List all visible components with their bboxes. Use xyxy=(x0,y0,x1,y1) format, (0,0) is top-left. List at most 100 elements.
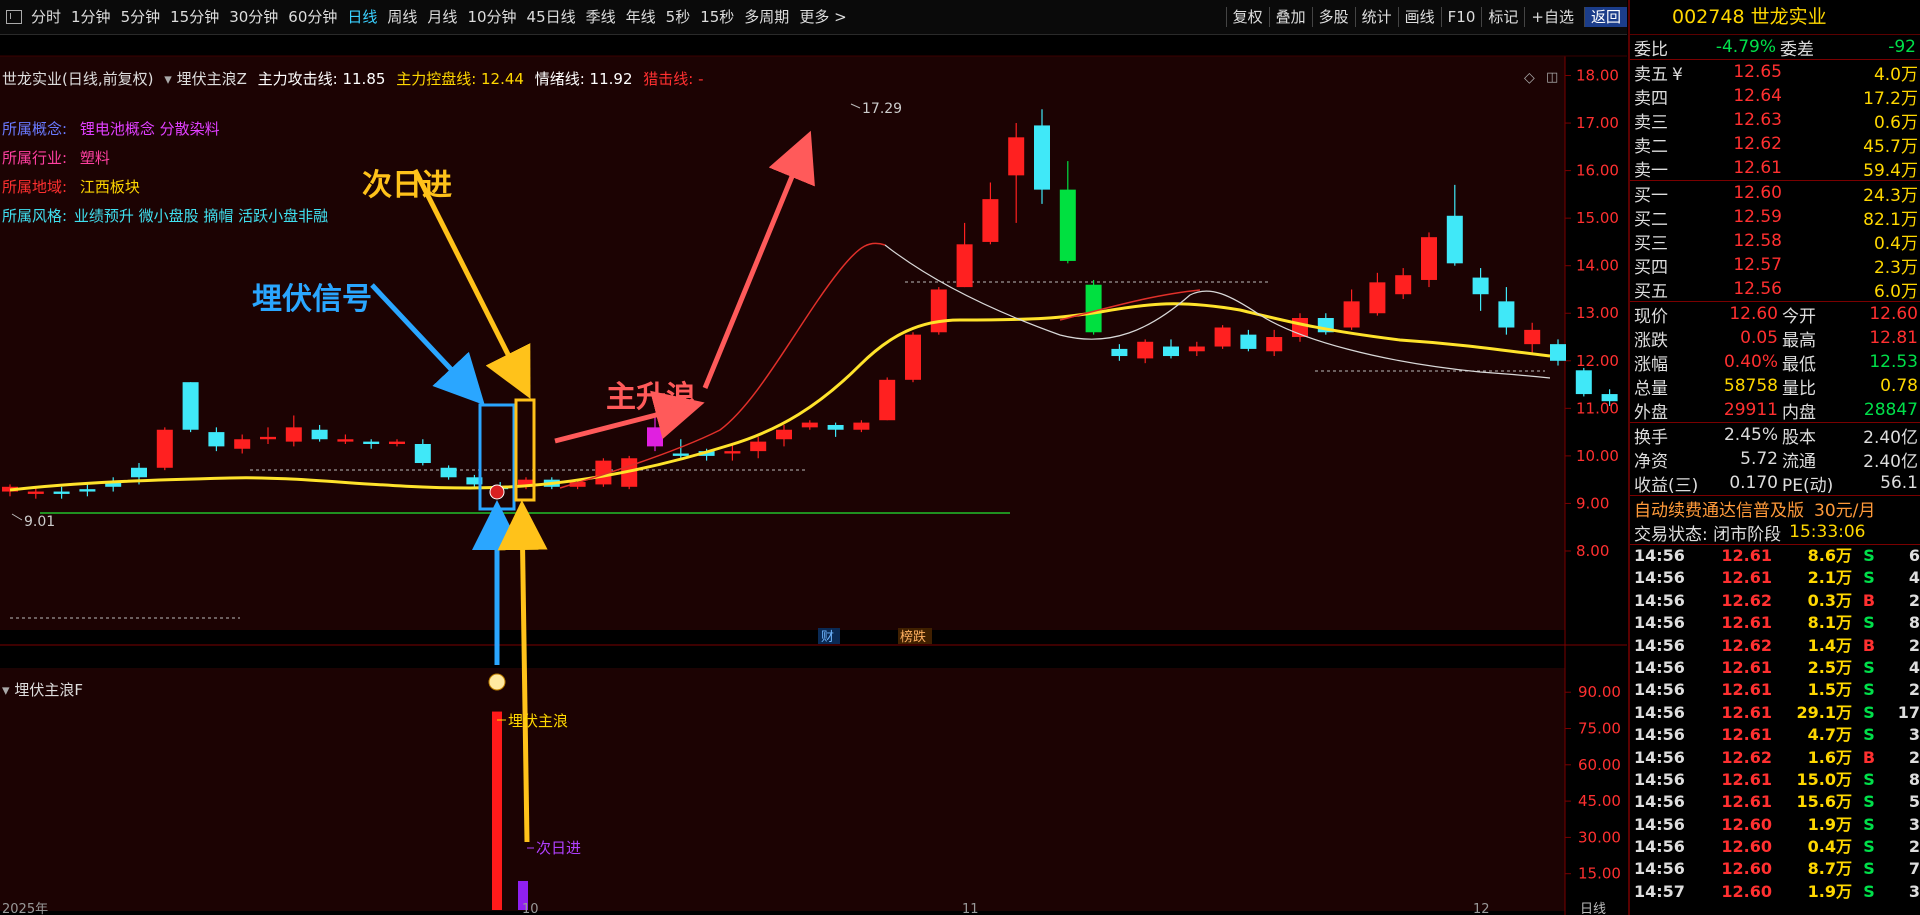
price-stats: 现价 12.60 今开 12.60 涨跌 0.05 最高 12.81 涨幅 0.40% 最低 12.5… xyxy=(1630,302,1920,423)
panel-layout-icon[interactable]: ◫ xyxy=(1546,70,1558,85)
ask-price: 12.65 xyxy=(1733,62,1782,82)
tick-list[interactable]: 14:56 12.61 8.6万 S 6 14:56 12.61 2.1万 S 4 14:56 12.… xyxy=(1630,545,1920,903)
tick-count: 8 xyxy=(1908,769,1920,789)
tick-side: S xyxy=(1863,613,1875,633)
stat-row: 涨跌 0.05 最高 12.81 xyxy=(1630,326,1920,351)
tick-price: 12.61 xyxy=(1721,725,1772,745)
tick-volume: 1.5万 xyxy=(1807,680,1852,700)
price-tick-label: 12.00 xyxy=(1576,352,1619,370)
indicator-name-label[interactable]: 埋伏主浪Z xyxy=(177,70,247,88)
tick-side: S xyxy=(1863,568,1875,588)
tick-time: 14:56 xyxy=(1634,859,1685,879)
tick-time: 14:56 xyxy=(1634,546,1685,565)
sub-tick-label: 75.00 xyxy=(1578,720,1621,738)
period-tab[interactable]: 1分钟 xyxy=(66,0,116,34)
period-tab-label[interactable]: 日线 xyxy=(1580,902,1606,915)
ad-price[interactable]: 30元/月 xyxy=(1814,496,1875,521)
period-tab[interactable]: 年线 xyxy=(621,0,661,34)
tick-volume: 2.5万 xyxy=(1807,657,1852,677)
period-tab[interactable]: 多周期 xyxy=(739,0,794,34)
sub-tick-label: 30.00 xyxy=(1578,828,1621,846)
tick-count: 8 xyxy=(1908,613,1920,633)
tick-row: 14:56 12.60 0.4万 S 2 xyxy=(1630,836,1920,858)
tick-volume: 0.4万 xyxy=(1807,837,1852,857)
bid-row: 买四 12.57 2.3万 xyxy=(1630,253,1920,278)
ask-level-text: 卖五 xyxy=(1634,64,1668,85)
ask-volume: 4.0万 xyxy=(1873,64,1918,85)
period-tab[interactable]: 30分钟 xyxy=(224,0,283,34)
stat-row: 净资 5.72 流通 2.40亿 xyxy=(1630,447,1920,472)
period-tab[interactable]: 5秒 xyxy=(661,0,696,34)
candle-body xyxy=(1575,370,1592,395)
tool-button[interactable]: F10 xyxy=(1440,7,1482,27)
candle-body xyxy=(1601,394,1618,402)
tool-button[interactable]: 复权 xyxy=(1225,7,1269,27)
price-tick-label: 9.00 xyxy=(1576,494,1609,512)
period-tab[interactable]: 15分钟 xyxy=(165,0,224,34)
stat-label: 净资 xyxy=(1634,451,1668,472)
mood-line-label: 情绪线: 11.92 xyxy=(534,70,633,88)
back-button[interactable]: 返回 xyxy=(1583,7,1627,27)
bid-row: 买二 12.59 82.1万 xyxy=(1630,205,1920,230)
tick-side: S xyxy=(1863,725,1875,745)
candle-body xyxy=(1059,189,1076,261)
ask-row: 卖五 ¥12.65 4.0万 xyxy=(1630,60,1920,85)
period-tab[interactable]: 5分钟 xyxy=(116,0,166,34)
candle-body xyxy=(1034,125,1050,190)
bid-price: 12.59 xyxy=(1733,207,1782,227)
ask-row: 卖四 12.64 17.2万 xyxy=(1630,84,1920,109)
tick-row: 14:56 12.61 2.1万 S 4 xyxy=(1630,567,1920,589)
stat-row: 涨幅 0.40% 最低 12.53 xyxy=(1630,350,1920,375)
indicator-toggle-icon[interactable]: ▾ xyxy=(164,70,172,88)
tool-button[interactable]: 统计 xyxy=(1354,7,1398,27)
ad-text[interactable]: 自动续费通达信普及版 xyxy=(1630,496,1804,521)
candle-body xyxy=(1369,282,1386,314)
tick-side: S xyxy=(1863,792,1875,812)
tick-time: 14:56 xyxy=(1634,837,1685,857)
ad-row[interactable]: 自动续费通达信普及版 30元/月 xyxy=(1630,496,1920,521)
period-tab[interactable]: 15秒 xyxy=(695,0,739,34)
period-tab[interactable]: 45日线 xyxy=(522,0,581,34)
ask-level-text: 卖二 xyxy=(1634,136,1668,157)
tick-volume: 29.1万 xyxy=(1796,702,1852,722)
tick-count: 2 xyxy=(1908,837,1920,857)
period-tab[interactable]: 季线 xyxy=(581,0,621,34)
stat-value: 12.60 xyxy=(1729,304,1778,324)
candle-body xyxy=(1240,334,1257,349)
candlestick-chart[interactable]: 18.00 17.00 16.00 15.00 14.00 13.00 12.00 11.00… xyxy=(0,34,1627,915)
period-tab[interactable]: 周线 xyxy=(382,0,422,34)
diamond-icon[interactable]: ◇ xyxy=(1524,70,1535,86)
tick-row: 14:56 12.61 8.6万 S 6 xyxy=(1630,545,1920,567)
bid-price: 12.60 xyxy=(1733,183,1782,203)
next-day-annotation: 次日进 xyxy=(362,168,452,203)
tool-button[interactable]: 标记 xyxy=(1481,7,1524,27)
stat-label: 总量 xyxy=(1634,378,1668,399)
candle-body xyxy=(905,334,921,380)
tool-button[interactable]: 多股 xyxy=(1311,7,1355,27)
sub-indicator-toggle-icon[interactable]: ▾ xyxy=(2,681,10,699)
candle-body xyxy=(1343,301,1360,328)
sub-indicator-title[interactable]: 埋伏主浪F xyxy=(14,681,83,699)
tick-time: 14:56 xyxy=(1634,657,1685,677)
stat-value: 0.40% xyxy=(1723,352,1778,372)
stat-value: 5.72 xyxy=(1740,449,1778,469)
tick-side: S xyxy=(1863,702,1875,722)
tick-volume: 8.1万 xyxy=(1807,613,1852,633)
period-tab[interactable]: 分时 xyxy=(26,0,66,34)
tool-button[interactable]: +自选 xyxy=(1524,7,1580,27)
quote-panel: 002748 世龙实业 委比 -4.79% 委差 -92 卖五 ¥12.65 4.0… xyxy=(1628,0,1920,915)
period-tab[interactable]: 10分钟 xyxy=(462,0,521,34)
period-tab[interactable]: 60分钟 xyxy=(283,0,342,34)
tick-count: 3 xyxy=(1908,725,1920,745)
period-tab[interactable]: 日线 xyxy=(342,0,382,34)
period-tab[interactable]: 月线 xyxy=(422,0,462,34)
period-tab[interactable]: 更多 > xyxy=(794,0,851,34)
tool-buttons: 复权 叠加 多股 统计 画线 F10 标记 +自选 返回 xyxy=(1225,0,1627,34)
tool-button[interactable]: 叠加 xyxy=(1268,7,1312,27)
tool-button[interactable]: 画线 xyxy=(1397,7,1441,27)
layout-toggle-icon[interactable] xyxy=(6,10,22,24)
tick-time: 14:56 xyxy=(1634,613,1685,633)
stat-label: 涨幅 xyxy=(1634,354,1668,375)
ask-level-text: 卖一 xyxy=(1634,160,1668,181)
candle-body xyxy=(672,453,689,456)
